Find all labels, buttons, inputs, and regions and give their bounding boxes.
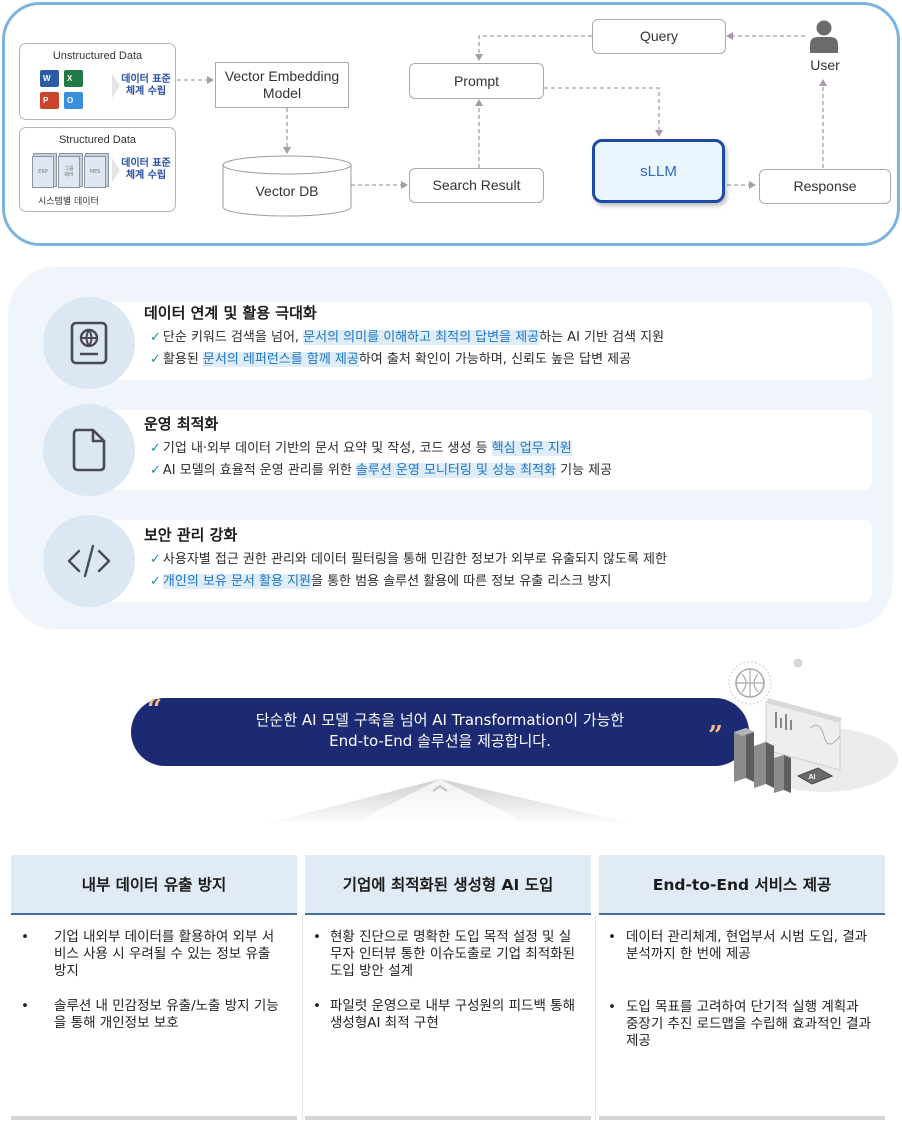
rag-architecture-diagram: Unstructured Data W X P O 데이터 표준 체계 수립 S… (2, 2, 900, 246)
column-title: 기업에 최적화된 생성형 AI 도입 (305, 855, 591, 915)
highlight-text: 솔루션 운영 모니터링 및 성능 최적화 (355, 463, 556, 478)
ai-chip-label: AI (809, 774, 816, 781)
unstructured-data-title: Unstructured Data (52, 50, 143, 62)
excel-icon: X (64, 70, 83, 87)
feature-title: 보안 관리 강화 (144, 526, 238, 544)
unstructured-data-box: Unstructured Data W X P O 데이터 표준 체계 수립 (19, 43, 176, 120)
data-standard-label: 데이터 표준 체계 수립 (121, 74, 171, 97)
feature-line: ✓ AI 모델의 효율적 운영 관리를 위한 솔루션 운영 모니터링 및 성능 최… (150, 463, 613, 478)
slogan-line-1: 단순한 AI 모델 구축을 넘어 AI Transformation이 가능한 (255, 711, 625, 729)
column-title: End-to-End 서비스 제공 (599, 855, 885, 915)
groupware-system-icon: 그룹 웨어 (58, 156, 80, 188)
highlight-text: 문서의 의미를 이해하고 최적의 답변을 제공 (303, 330, 540, 345)
feature-line: ✓ 단순 키워드 검색을 넘어, 문서의 의미를 이해하고 최적의 답변을 제공하… (150, 330, 665, 345)
highlight-text: 개인의 보유 문서 활용 지원 (162, 574, 311, 589)
vector-db-node: Vector DB (255, 182, 319, 199)
road-perspective-graphic (260, 779, 640, 825)
erp-system-icon: ERP (32, 156, 54, 188)
bullet-icon: • (608, 929, 616, 945)
slogan-line-2: End-to-End 솔루션을 제공합니다. (329, 732, 551, 750)
column-divider (302, 915, 303, 1120)
feature-title: 데이터 연계 및 활용 극대화 (144, 304, 317, 322)
check-icon: ✓ (150, 441, 161, 456)
bullet-icon: • (313, 998, 321, 1014)
feature-line: ✓ 사용자별 접근 권한 관리와 데이터 필터링을 통해 민감한 정보가 외부로 … (150, 552, 667, 567)
column-footer-bar (305, 1116, 591, 1120)
check-icon: ✓ (150, 330, 161, 345)
structured-data-title: Structured Data (58, 134, 137, 146)
bullet-icon: • (608, 999, 616, 1015)
column-end-to-end-service: End-to-End 서비스 제공 • 데이터 관리체계, 현업부서 시범 도입,… (599, 855, 885, 1120)
list-item: • 데이터 관리체계, 현업부서 시범 도입, 결과 분석까지 한 번에 제공 (608, 929, 868, 962)
list-item: • 기업 내외부 데이터를 활용하여 외부 서비스 사용 시 우려될 수 있는 정… (21, 929, 275, 979)
arrow-query-to-prompt (475, 35, 592, 61)
outlook-icon: O (64, 92, 83, 109)
chevron-right-icon (112, 158, 120, 182)
user-icon (810, 20, 838, 53)
column-footer-bar (599, 1116, 885, 1120)
search-result-node: Search Result (409, 168, 544, 203)
chevron-right-icon (112, 74, 120, 98)
ai-server-dashboard-illustration: AI (728, 658, 898, 793)
highlight-text: 핵심 업무 지원 (491, 441, 572, 456)
system-data-caption: 시스템별 데이터 (38, 197, 99, 207)
passport-globe-icon (70, 321, 108, 365)
powerpoint-icon: P (40, 92, 59, 109)
check-icon: ✓ (150, 352, 161, 367)
prompt-node: Prompt (409, 63, 544, 99)
sllm-node: sLLM (592, 139, 725, 203)
document-icon (72, 428, 106, 472)
check-icon: ✓ (150, 552, 161, 567)
feature-line: ✓ 기업 내·외부 데이터 기반의 문서 요약 및 작성, 코드 생성 등 핵심 … (150, 441, 572, 456)
check-icon: ✓ (150, 463, 161, 478)
feature-panel: 데이터 연계 및 활용 극대화 ✓ 단순 키워드 검색을 넘어, 문서의 의미를 … (8, 267, 893, 629)
query-node: Query (592, 19, 726, 54)
check-icon: ✓ (150, 574, 161, 589)
list-item: • 현황 진단으로 명확한 도입 목적 설정 및 실무자 인터뷰 통한 이슈도출로… (313, 929, 576, 979)
list-item: • 솔루션 내 민감정보 유출/노출 방지 기능을 통해 개인정보 보호 (21, 998, 279, 1031)
feature-title: 운영 최적화 (144, 415, 219, 433)
feature-icon-circle (43, 297, 135, 389)
vector-embedding-model-node: Vector Embedding Model (215, 62, 349, 108)
open-quote-icon: “ (147, 695, 162, 725)
response-node: Response (759, 169, 891, 204)
bullet-icon: • (313, 929, 321, 945)
code-icon (67, 544, 111, 578)
word-icon: W (40, 70, 59, 87)
column-footer-bar (11, 1116, 297, 1120)
feature-line: ✓ 개인의 보유 문서 활용 지원을 통한 범용 솔루션 활용에 따른 정보 유출… (150, 574, 612, 589)
data-standard-label: 데이터 표준 체계 수립 (121, 158, 171, 181)
bullet-icon: • (21, 998, 29, 1014)
list-item: • 도입 목표를 고려하여 단기적 실행 계획과 중장기 추진 로드맵을 수립해 … (608, 999, 872, 1049)
arrow-prompt-to-sllm (544, 87, 663, 137)
feature-icon-circle (43, 404, 135, 496)
highlight-text: 문서의 레퍼런스를 함께 제공 (202, 352, 359, 367)
column-divider (595, 915, 596, 1120)
list-item: • 파일럿 운영으로 내부 구성원의 피드백 통해 생성형AI 최적 구현 (313, 998, 576, 1031)
user-label: User (810, 57, 840, 73)
feature-line: ✓ 활용된 문서의 레퍼런스를 함께 제공하여 출처 확인이 가능하며, 신뢰도 … (150, 352, 632, 367)
column-title: 내부 데이터 유출 방지 (11, 855, 297, 915)
column-data-leak-prevention: 내부 데이터 유출 방지 • 기업 내외부 데이터를 활용하여 외부 서비스 사용… (11, 855, 297, 1120)
structured-data-box: Structured Data ERP 그룹 웨어 MES 데이터 표준 체계 … (19, 127, 176, 212)
bullet-icon: • (21, 929, 29, 945)
slogan-banner: “ 단순한 AI 모델 구축을 넘어 AI Transformation이 가능… (131, 695, 749, 766)
column-enterprise-genai: 기업에 최적화된 생성형 AI 도입 • 현황 진단으로 명확한 도입 목적 설정… (305, 855, 591, 1120)
feature-icon-circle (43, 515, 135, 607)
mes-system-icon: MES (84, 156, 106, 188)
